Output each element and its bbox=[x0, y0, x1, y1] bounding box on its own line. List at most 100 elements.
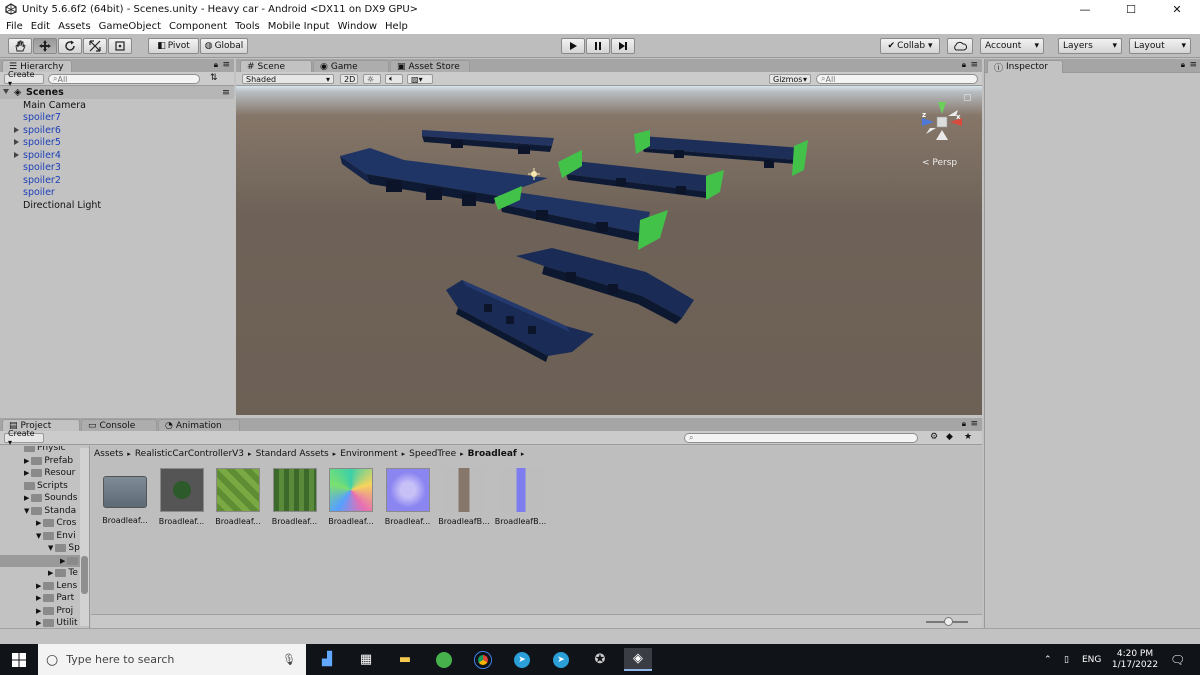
breadcrumb-item[interactable]: Broadleaf bbox=[468, 449, 517, 459]
menu-window[interactable]: Window bbox=[334, 21, 381, 32]
rotate-tool-button[interactable] bbox=[58, 38, 82, 54]
menu-mobile-input[interactable]: Mobile Input bbox=[264, 21, 334, 32]
effects-dropdown[interactable]: ▨ ▾ bbox=[407, 74, 433, 84]
breadcrumb-separator-icon[interactable]: ▸ bbox=[521, 450, 525, 458]
hierarchy-search-input[interactable]: ⌕ All bbox=[48, 74, 200, 84]
taskbar-app-calculator[interactable]: ▦ bbox=[352, 648, 380, 671]
expand-arrow-icon[interactable]: ▶ bbox=[24, 457, 29, 465]
taskbar-app-unity[interactable]: ◈ bbox=[624, 648, 652, 671]
taskbar-app-file-explorer[interactable]: ▬ bbox=[391, 648, 419, 671]
collapse-arrow-icon[interactable]: ▼ bbox=[36, 532, 41, 540]
account-dropdown[interactable]: Account ▾ bbox=[980, 38, 1044, 54]
asset-item[interactable]: Broadleaf... bbox=[154, 468, 210, 526]
taskbar-app-telegram[interactable]: ➤ bbox=[508, 648, 536, 671]
spoiler-model[interactable] bbox=[422, 130, 554, 154]
spoiler-model[interactable] bbox=[494, 186, 668, 250]
orientation-gizmo[interactable] bbox=[922, 102, 962, 140]
taskbar-search-box[interactable]: ○ Type here to search 🎙︎ bbox=[38, 644, 306, 675]
hierarchy-item[interactable]: spoiler6 bbox=[0, 124, 234, 137]
scene-header-row[interactable]: ◈ Scenes ≡ bbox=[0, 86, 234, 99]
spoiler-model[interactable] bbox=[558, 150, 724, 200]
taskbar-app-tool[interactable]: ✪ bbox=[586, 648, 614, 671]
step-button[interactable] bbox=[611, 38, 635, 54]
layout-dropdown[interactable]: Layout ▾ bbox=[1129, 38, 1191, 54]
expand-arrow-icon[interactable]: ▶ bbox=[36, 582, 41, 590]
tab-inspector[interactable]: ⓘ Inspector bbox=[987, 60, 1063, 74]
project-tree-item[interactable]: ▶ Sounds bbox=[0, 492, 80, 505]
hierarchy-item[interactable]: spoiler bbox=[0, 187, 234, 200]
spoiler-model[interactable] bbox=[516, 248, 694, 324]
project-tree-item[interactable]: ▶ Proj bbox=[0, 605, 80, 618]
search-by-label-icon[interactable]: ◆ bbox=[946, 432, 953, 442]
expand-arrow-icon[interactable] bbox=[14, 139, 19, 145]
project-tree-item[interactable]: ▶ bbox=[0, 554, 80, 567]
notification-icon[interactable]: 🗨︎ bbox=[1170, 644, 1185, 675]
menu-assets[interactable]: Assets bbox=[54, 21, 95, 32]
breadcrumb-item[interactable]: RealisticCarControllerV3 bbox=[135, 449, 244, 459]
sort-icon[interactable]: ⇅ bbox=[210, 73, 218, 83]
spoiler-model[interactable] bbox=[446, 280, 594, 362]
menu-tools[interactable]: Tools bbox=[231, 21, 264, 32]
hand-tool-button[interactable] bbox=[8, 38, 32, 54]
hierarchy-item[interactable]: spoiler2 bbox=[0, 174, 234, 187]
gizmo-lock-icon[interactable]: ▢ bbox=[963, 93, 972, 103]
expand-arrow-icon[interactable] bbox=[3, 89, 9, 94]
lock-icon[interactable]: 🔒︎ bbox=[962, 419, 966, 429]
gizmos-dropdown[interactable]: Gizmos ▾ bbox=[769, 74, 811, 84]
breadcrumb-separator-icon[interactable]: ▸ bbox=[402, 450, 406, 458]
expand-arrow-icon[interactable]: ▶ bbox=[24, 469, 29, 477]
asset-item[interactable]: Broadleaf... bbox=[267, 468, 323, 526]
breadcrumb-item[interactable]: SpeedTree bbox=[409, 449, 456, 459]
shading-mode-dropdown[interactable]: Shaded ▾ bbox=[242, 74, 334, 84]
project-tree-item[interactable]: Physic bbox=[0, 446, 80, 455]
close-button[interactable]: ✕ bbox=[1154, 0, 1200, 18]
create-dropdown[interactable]: Create ▾ bbox=[4, 429, 44, 447]
collapse-arrow-icon[interactable]: ▼ bbox=[24, 507, 29, 515]
lock-icon[interactable]: 🔒︎ bbox=[1181, 60, 1185, 70]
windows-start-button[interactable] bbox=[5, 648, 33, 671]
pivot-toggle[interactable]: ◧ Pivot bbox=[148, 38, 199, 54]
breadcrumb-separator-icon[interactable]: ▸ bbox=[127, 450, 131, 458]
audio-toggle[interactable]: 🔈︎ bbox=[385, 74, 403, 84]
collapse-arrow-icon[interactable]: ▼ bbox=[48, 544, 53, 552]
breadcrumb-separator-icon[interactable]: ▸ bbox=[248, 450, 252, 458]
expand-arrow-icon[interactable]: ▶ bbox=[36, 519, 41, 527]
spoiler-model[interactable] bbox=[634, 130, 808, 176]
scale-tool-button[interactable] bbox=[83, 38, 107, 54]
scene-search-input[interactable]: ⌕ All bbox=[816, 74, 978, 84]
project-tree-item[interactable]: ▶ Lens bbox=[0, 580, 80, 593]
menu-edit[interactable]: Edit bbox=[27, 21, 54, 32]
expand-arrow-icon[interactable]: ▶ bbox=[36, 619, 41, 627]
expand-arrow-icon[interactable] bbox=[14, 126, 19, 133]
breadcrumb-item[interactable]: Environment bbox=[340, 449, 397, 459]
minimize-button[interactable]: — bbox=[1062, 0, 1108, 18]
tree-scrollbar[interactable] bbox=[80, 448, 89, 626]
menu-gameobject[interactable]: GameObject bbox=[95, 21, 165, 32]
play-button[interactable] bbox=[561, 38, 585, 54]
asset-item[interactable]: BroadleafB... bbox=[493, 468, 549, 526]
asset-item[interactable]: Broadleaf... bbox=[210, 468, 266, 526]
expand-arrow-icon[interactable]: ▶ bbox=[36, 607, 41, 615]
hierarchy-item[interactable]: Directional Light bbox=[0, 199, 234, 212]
projection-label[interactable]: < Persp bbox=[922, 158, 957, 168]
move-tool-button[interactable] bbox=[33, 38, 57, 54]
project-tree-item[interactable]: ▶ Te bbox=[0, 567, 80, 580]
layers-dropdown[interactable]: Layers ▾ bbox=[1058, 38, 1122, 54]
microphone-icon[interactable]: 🎙︎ bbox=[282, 653, 296, 666]
taskbar-app-desktop[interactable]: ▟ bbox=[313, 648, 341, 671]
maximize-button[interactable]: ☐ bbox=[1108, 0, 1154, 18]
project-tree-item[interactable]: ▶ Part bbox=[0, 592, 80, 605]
hierarchy-item[interactable]: spoiler4 bbox=[0, 149, 234, 162]
menu-help[interactable]: Help bbox=[381, 21, 412, 32]
global-toggle[interactable]: ◍ Global bbox=[200, 38, 248, 54]
asset-item[interactable]: BroadleafB... bbox=[436, 468, 492, 526]
project-tree-item[interactable]: Scripts bbox=[0, 480, 80, 493]
taskbar-app-green[interactable] bbox=[430, 648, 458, 671]
project-search-input[interactable]: ⌕ bbox=[684, 433, 918, 443]
project-tree-item[interactable]: ▶ Prefab bbox=[0, 455, 80, 468]
lighting-toggle[interactable]: ☼ bbox=[363, 74, 381, 84]
toggle-2d-button[interactable]: 2D bbox=[340, 74, 358, 84]
tray-network-icon[interactable]: ▯ bbox=[1064, 644, 1069, 675]
panel-menu-icon[interactable]: ≡ bbox=[1189, 60, 1197, 70]
lock-icon[interactable]: 🔒︎ bbox=[214, 60, 218, 70]
